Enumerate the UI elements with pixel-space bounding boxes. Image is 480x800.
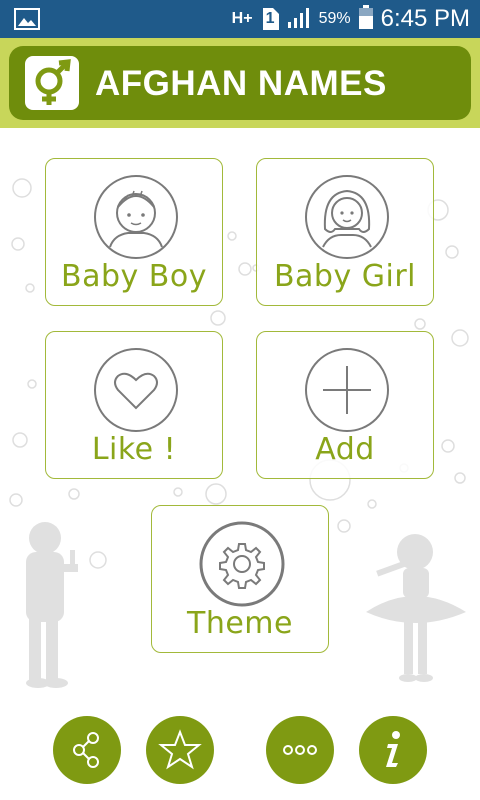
status-bar: H+ 1 59% 6:45 PM xyxy=(0,0,480,38)
sim-number: 1 xyxy=(265,10,275,27)
network-type: H+ xyxy=(231,10,253,27)
add-tile[interactable]: Add xyxy=(256,331,434,479)
more-button[interactable] xyxy=(266,716,334,784)
app-bar: AFGHAN NAMES xyxy=(9,46,471,120)
theme-tile[interactable]: Theme xyxy=(151,505,329,653)
baby-boy-label: Baby Boy xyxy=(61,259,207,294)
battery-percent: 59% xyxy=(318,10,351,27)
share-icon xyxy=(73,732,99,768)
sim-icon: 1 xyxy=(261,8,279,30)
gender-symbol-icon xyxy=(25,56,79,110)
clock: 6:45 PM xyxy=(380,5,470,32)
share-button[interactable] xyxy=(53,716,121,784)
like-tile[interactable]: Like ! xyxy=(45,331,223,479)
battery-icon xyxy=(358,4,373,34)
baby-boy-tile[interactable]: Baby Boy xyxy=(45,158,223,306)
like-label: Like ! xyxy=(91,432,177,467)
signal-icon xyxy=(287,6,311,33)
theme-label: Theme xyxy=(187,606,293,641)
more-icon xyxy=(283,745,317,755)
baby-girl-label: Baby Girl xyxy=(273,259,417,294)
gear-icon xyxy=(198,520,286,608)
rate-button[interactable] xyxy=(146,716,214,784)
app-title: AFGHAN NAMES xyxy=(95,64,387,103)
heart-icon xyxy=(92,346,180,434)
baby-girl-icon xyxy=(303,173,391,261)
info-icon xyxy=(386,731,400,767)
plus-icon xyxy=(303,346,391,434)
baby-girl-tile[interactable]: Baby Girl xyxy=(256,158,434,306)
info-button[interactable] xyxy=(359,716,427,784)
star-icon xyxy=(158,729,202,770)
baby-boy-icon xyxy=(92,173,180,261)
gallery-notification-icon xyxy=(14,7,40,31)
add-label: Add xyxy=(315,432,375,467)
app-header: AFGHAN NAMES xyxy=(0,38,480,128)
